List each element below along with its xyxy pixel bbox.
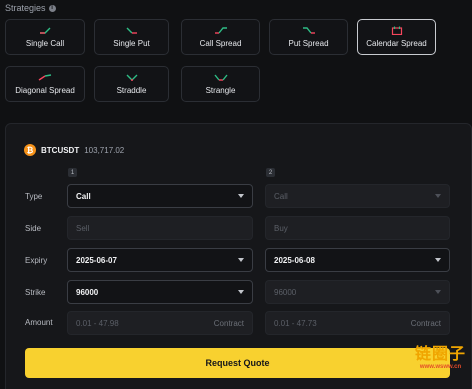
leg1-side-select: Sell [67,216,253,240]
chevron-down-icon [238,290,244,294]
leg2-amount-unit: Contract [410,318,441,328]
leg1-amount-placeholder: 0.01 - 47.98 [76,318,119,328]
watermark-url: www.wsww.cn [419,364,462,370]
chevron-down-icon [238,194,244,198]
leg-number-1: 1 [68,168,77,177]
leg2-type-select: Call [265,184,450,208]
leg1-type-select[interactable]: Call [67,184,253,208]
expiry-label: Expiry [25,255,48,265]
chevron-down-icon [435,194,441,198]
strategy-put-spread[interactable]: Put Spread [269,19,348,55]
leg1-strike-select[interactable]: 96000 [67,280,253,304]
diagonal-spread-icon [38,73,52,82]
strategy-label: Strangle [205,86,236,95]
side-label: Side [25,223,42,233]
leg2-expiry-select[interactable]: 2025-06-08 [265,248,450,272]
strategy-label: Call Spread [199,39,242,48]
strategy-single-call[interactable]: Single Call [5,19,85,55]
leg1-expiry-select[interactable]: 2025-06-07 [67,248,253,272]
instrument-symbol: BTCUSDT [41,145,80,155]
strategies-header: Strategies i [5,2,56,14]
leg2-strike-value: 96000 [274,287,297,297]
strategy-label: Single Put [113,39,150,48]
leg2-side-value: Buy [274,223,288,233]
chevron-down-icon [238,258,244,262]
strategy-label: Put Spread [288,39,329,48]
strategy-strangle[interactable]: Strangle [181,66,260,102]
strategies-title: Strategies [5,3,46,13]
leg1-expiry-value: 2025-06-07 [76,255,117,265]
chevron-down-icon [435,258,441,262]
put-spread-icon [302,26,316,35]
leg1-side-value: Sell [76,223,90,233]
strategy-label: Single Call [25,39,65,48]
request-quote-button[interactable]: Request Quote [25,348,450,378]
single-put-icon [125,26,139,35]
leg1-strike-value: 96000 [76,287,99,297]
strategy-label: Straddle [116,86,147,95]
leg1-amount-unit: Contract [213,318,244,328]
leg2-type-value: Call [274,191,288,201]
leg2-side-select: Buy [265,216,450,240]
instrument-price: 103,717.02 [84,145,125,155]
instrument-header: ₿ BTCUSDT 103,717.02 [24,143,124,157]
watermark-text: 链圈子 [414,346,466,363]
leg2-amount-placeholder: 0.01 - 47.73 [274,318,317,328]
leg2-expiry-value: 2025-06-08 [274,255,315,265]
chevron-down-icon [435,290,441,294]
call-spread-icon [214,26,228,35]
watermark: 链圈子 www.wsww.cn [415,346,466,370]
strategy-label: Calendar Spread [366,39,427,48]
strangle-icon [213,73,228,82]
calendar-spread-icon [391,26,403,35]
leg1-type-value: Call [76,191,91,201]
single-call-icon [38,26,52,35]
strategy-call-spread[interactable]: Call Spread [181,19,260,55]
amount-label: Amount [25,317,53,327]
bitcoin-icon: ₿ [24,144,36,156]
strike-label: Strike [25,287,46,297]
strategy-label: Diagonal Spread [15,86,75,95]
strategy-diagonal-spread[interactable]: Diagonal Spread [5,66,85,102]
strategy-single-put[interactable]: Single Put [94,19,169,55]
leg2-amount-input[interactable]: 0.01 - 47.73 Contract [265,311,450,335]
leg-number-2: 2 [266,168,275,177]
straddle-icon [125,73,139,82]
strategy-calendar-spread[interactable]: Calendar Spread [357,19,436,55]
leg2-strike-select: 96000 [265,280,450,304]
leg1-amount-input[interactable]: 0.01 - 47.98 Contract [67,311,253,335]
type-label: Type [25,191,43,201]
strategy-straddle[interactable]: Straddle [94,66,169,102]
info-icon[interactable]: i [48,4,56,12]
